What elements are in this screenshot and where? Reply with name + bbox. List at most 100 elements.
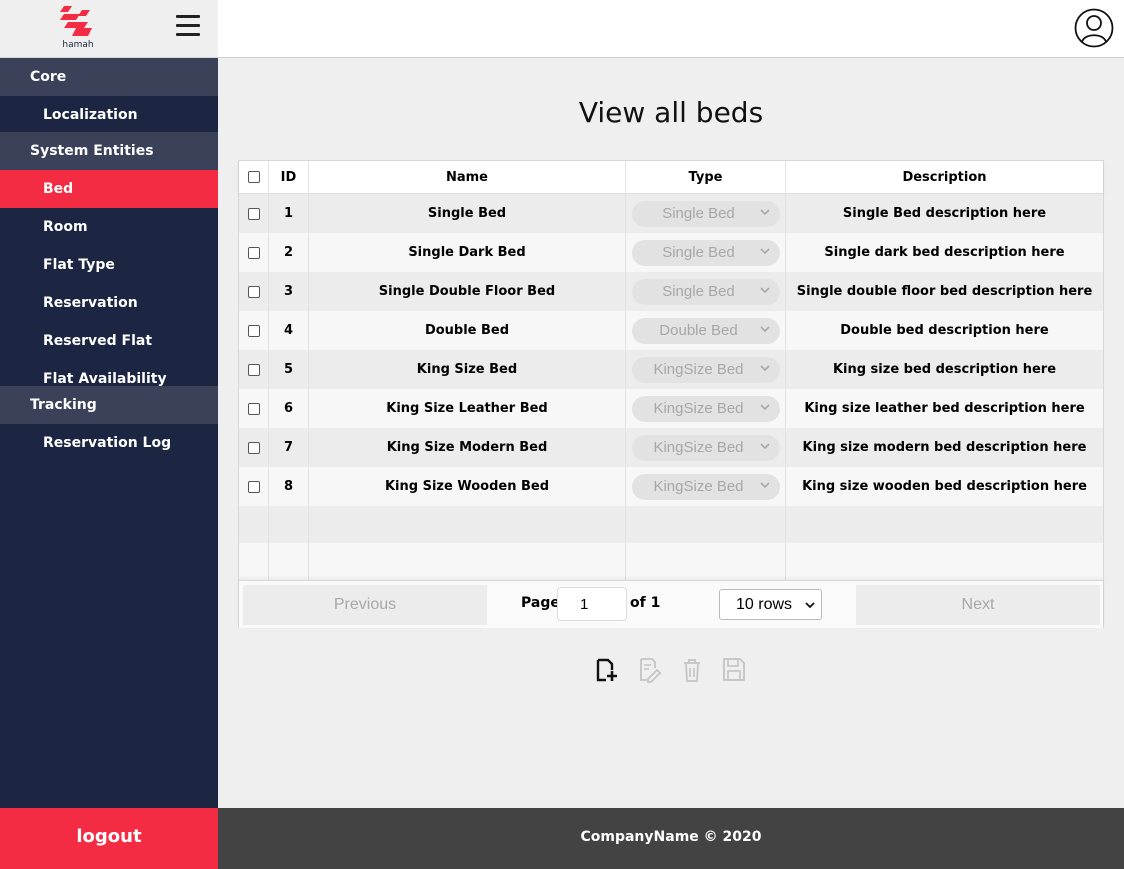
empty-row [239, 506, 1103, 545]
cell-description: Single dark bed description here [824, 245, 1065, 260]
cell-type: KingSize Bed [626, 467, 786, 506]
beds-table: ID Name Type Description 1 Single Bed Sing… [238, 160, 1104, 628]
row-checkbox[interactable] [247, 246, 260, 259]
cell-id: 6 [269, 389, 309, 428]
column-header-type[interactable]: Type [626, 161, 786, 193]
row-select-cell [239, 467, 269, 506]
pagination-bar: Previous Page 1 of 1 10 rows Next [239, 580, 1103, 628]
row-select-cell [239, 194, 269, 233]
rows-per-page-select[interactable]: 10 rows [719, 589, 822, 620]
cell-type: Double Bed [626, 311, 786, 350]
table-row[interactable]: 5 King Size Bed KingSize Bed King size bed … [239, 350, 1103, 389]
add-file-icon[interactable] [594, 656, 620, 684]
user-icon[interactable] [1074, 8, 1114, 48]
type-select-value: Single Bed [662, 283, 735, 300]
table-row[interactable]: 2 Single Dark Bed Single Bed Single dark be… [239, 233, 1103, 272]
cell-id: 8 [269, 467, 309, 506]
logo-area: hamah [0, 0, 218, 58]
sidebar-item-reservation-log[interactable]: Reservation Log [0, 424, 218, 462]
sidebar: hamah Core Localization System Entities … [0, 0, 218, 808]
top-bar [218, 0, 1124, 58]
cell-type: Single Bed [626, 233, 786, 272]
type-select-value: KingSize Bed [653, 361, 744, 378]
type-select-value: Single Bed [662, 205, 735, 222]
next-button[interactable]: Next [856, 585, 1100, 625]
delete-icon[interactable] [679, 656, 705, 684]
row-checkbox[interactable] [247, 402, 260, 415]
page-number-input[interactable]: 1 [557, 587, 627, 621]
column-header-id[interactable]: ID [269, 161, 309, 193]
row-checkbox[interactable] [247, 207, 260, 220]
empty-row [239, 543, 1103, 582]
cell-type: KingSize Bed [626, 389, 786, 428]
type-select-value: KingSize Bed [653, 400, 744, 417]
row-checkbox[interactable] [247, 363, 260, 376]
sidebar-item-reservation[interactable]: Reservation [0, 284, 218, 322]
table-row[interactable]: 8 King Size Wooden Bed KingSize Bed King si… [239, 467, 1103, 506]
type-select[interactable]: Single Bed [631, 239, 780, 266]
chevron-down-icon [759, 442, 770, 449]
rows-per-page-value: 10 rows [736, 595, 793, 613]
cell-id: 3 [269, 272, 309, 311]
type-select[interactable]: KingSize Bed [631, 473, 780, 500]
type-select[interactable]: KingSize Bed [631, 356, 780, 383]
chevron-down-icon [759, 208, 770, 215]
cell-description: King size modern bed description here [802, 440, 1087, 455]
sidebar-item-room[interactable]: Room [0, 208, 218, 246]
logout-button[interactable]: logout [0, 808, 218, 869]
chevron-down-icon [759, 325, 770, 332]
type-select[interactable]: KingSize Bed [631, 434, 780, 461]
cell-description: Single Bed description here [842, 206, 1047, 221]
nav-group-core[interactable]: Core [0, 58, 218, 96]
select-all-checkbox[interactable] [247, 171, 260, 183]
cell-name: King Size Modern Bed [309, 428, 626, 467]
table-row[interactable]: 3 Single Double Floor Bed Single Bed Single… [239, 272, 1103, 311]
cell-id: 1 [269, 194, 309, 233]
sidebar-item-bed[interactable]: Bed [0, 170, 218, 208]
sidebar-item-localization[interactable]: Localization [0, 96, 218, 134]
action-toolbar [594, 656, 754, 684]
row-select-cell [239, 311, 269, 350]
type-select[interactable]: Single Bed [631, 200, 780, 227]
chevron-down-icon [805, 602, 815, 609]
row-select-cell [239, 350, 269, 389]
chevron-down-icon [759, 364, 770, 371]
cell-name: King Size Wooden Bed [309, 467, 626, 506]
type-select[interactable]: KingSize Bed [631, 395, 780, 422]
nav-group-tracking[interactable]: Tracking [0, 386, 218, 424]
row-checkbox[interactable] [247, 324, 260, 337]
chevron-down-icon [759, 481, 770, 488]
row-select-cell [239, 428, 269, 467]
type-select[interactable]: Single Bed [631, 278, 780, 305]
row-select-cell [239, 233, 269, 272]
previous-button[interactable]: Previous [243, 585, 487, 625]
cell-type: Single Bed [626, 272, 786, 311]
table-row[interactable]: 7 King Size Modern Bed KingSize Bed King si… [239, 428, 1103, 467]
row-checkbox[interactable] [247, 480, 260, 493]
cell-description: Single double floor bed description here [796, 284, 1093, 299]
cell-description: King size leather bed description here [804, 401, 1085, 416]
hamburger-icon[interactable] [176, 15, 200, 39]
row-checkbox[interactable] [247, 441, 260, 454]
cell-type: KingSize Bed [626, 350, 786, 389]
table-row[interactable]: 4 Double Bed Double Bed Double bed descript… [239, 311, 1103, 350]
table-header-row: ID Name Type Description [239, 161, 1103, 194]
type-select-value: Double Bed [659, 322, 738, 339]
row-checkbox[interactable] [247, 285, 260, 298]
type-select[interactable]: Double Bed [631, 317, 780, 344]
cell-id: 5 [269, 350, 309, 389]
table-row[interactable]: 1 Single Bed Single Bed Single Bed descript… [239, 194, 1103, 233]
column-header-name[interactable]: Name [309, 161, 626, 193]
sidebar-item-reserved-flat[interactable]: Reserved Flat [0, 322, 218, 360]
nav-group-system-entities[interactable]: System Entities [0, 132, 218, 170]
cell-type: KingSize Bed [626, 428, 786, 467]
column-header-description[interactable]: Description [786, 161, 1103, 193]
logo-text: hamah [62, 40, 94, 50]
save-icon[interactable] [721, 656, 747, 684]
chevron-down-icon [759, 403, 770, 410]
type-select-value: KingSize Bed [653, 439, 744, 456]
chevron-down-icon [759, 247, 770, 254]
sidebar-item-flat-type[interactable]: Flat Type [0, 246, 218, 284]
table-row[interactable]: 6 King Size Leather Bed KingSize Bed King s… [239, 389, 1103, 428]
edit-icon[interactable] [637, 656, 663, 684]
